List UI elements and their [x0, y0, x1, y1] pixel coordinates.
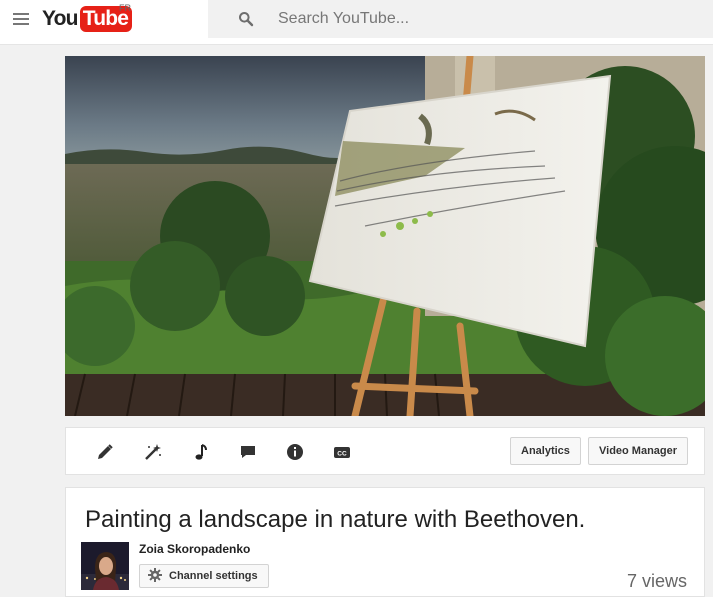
masthead: You Tube FR — [0, 0, 713, 45]
channel-settings-button[interactable]: Channel settings — [139, 564, 269, 588]
view-count: 7 views — [627, 571, 688, 591]
magic-wand-icon[interactable] — [142, 441, 164, 463]
svg-text:CC: CC — [337, 451, 347, 458]
comment-icon[interactable] — [237, 441, 259, 463]
closed-captions-icon[interactable]: CC — [331, 441, 353, 463]
info-icon[interactable] — [284, 441, 306, 463]
video-player[interactable] — [65, 56, 705, 416]
logo-text-you: You — [42, 7, 79, 30]
search-bar — [208, 0, 713, 38]
video-title: Painting a landscape in nature with Beet… — [85, 506, 586, 533]
guide-menu-icon[interactable] — [13, 10, 29, 26]
avatar[interactable] — [81, 542, 129, 590]
video-info-card: Painting a landscape in nature with Beet… — [65, 487, 705, 597]
country-code: FR — [119, 3, 131, 13]
music-note-icon[interactable] — [190, 441, 212, 463]
search-input[interactable] — [278, 0, 698, 38]
gear-icon — [148, 567, 162, 585]
channel-settings-label: Channel settings — [169, 570, 258, 582]
channel-name[interactable]: Zoia Skoropadenko — [139, 542, 250, 556]
analytics-button[interactable]: Analytics — [510, 437, 581, 465]
video-thumbnail — [65, 56, 705, 416]
creator-bar: CC Analytics Video Manager — [65, 427, 705, 475]
video-manager-button[interactable]: Video Manager — [588, 437, 689, 465]
search-icon[interactable] — [238, 11, 254, 27]
pencil-icon[interactable] — [94, 441, 116, 463]
